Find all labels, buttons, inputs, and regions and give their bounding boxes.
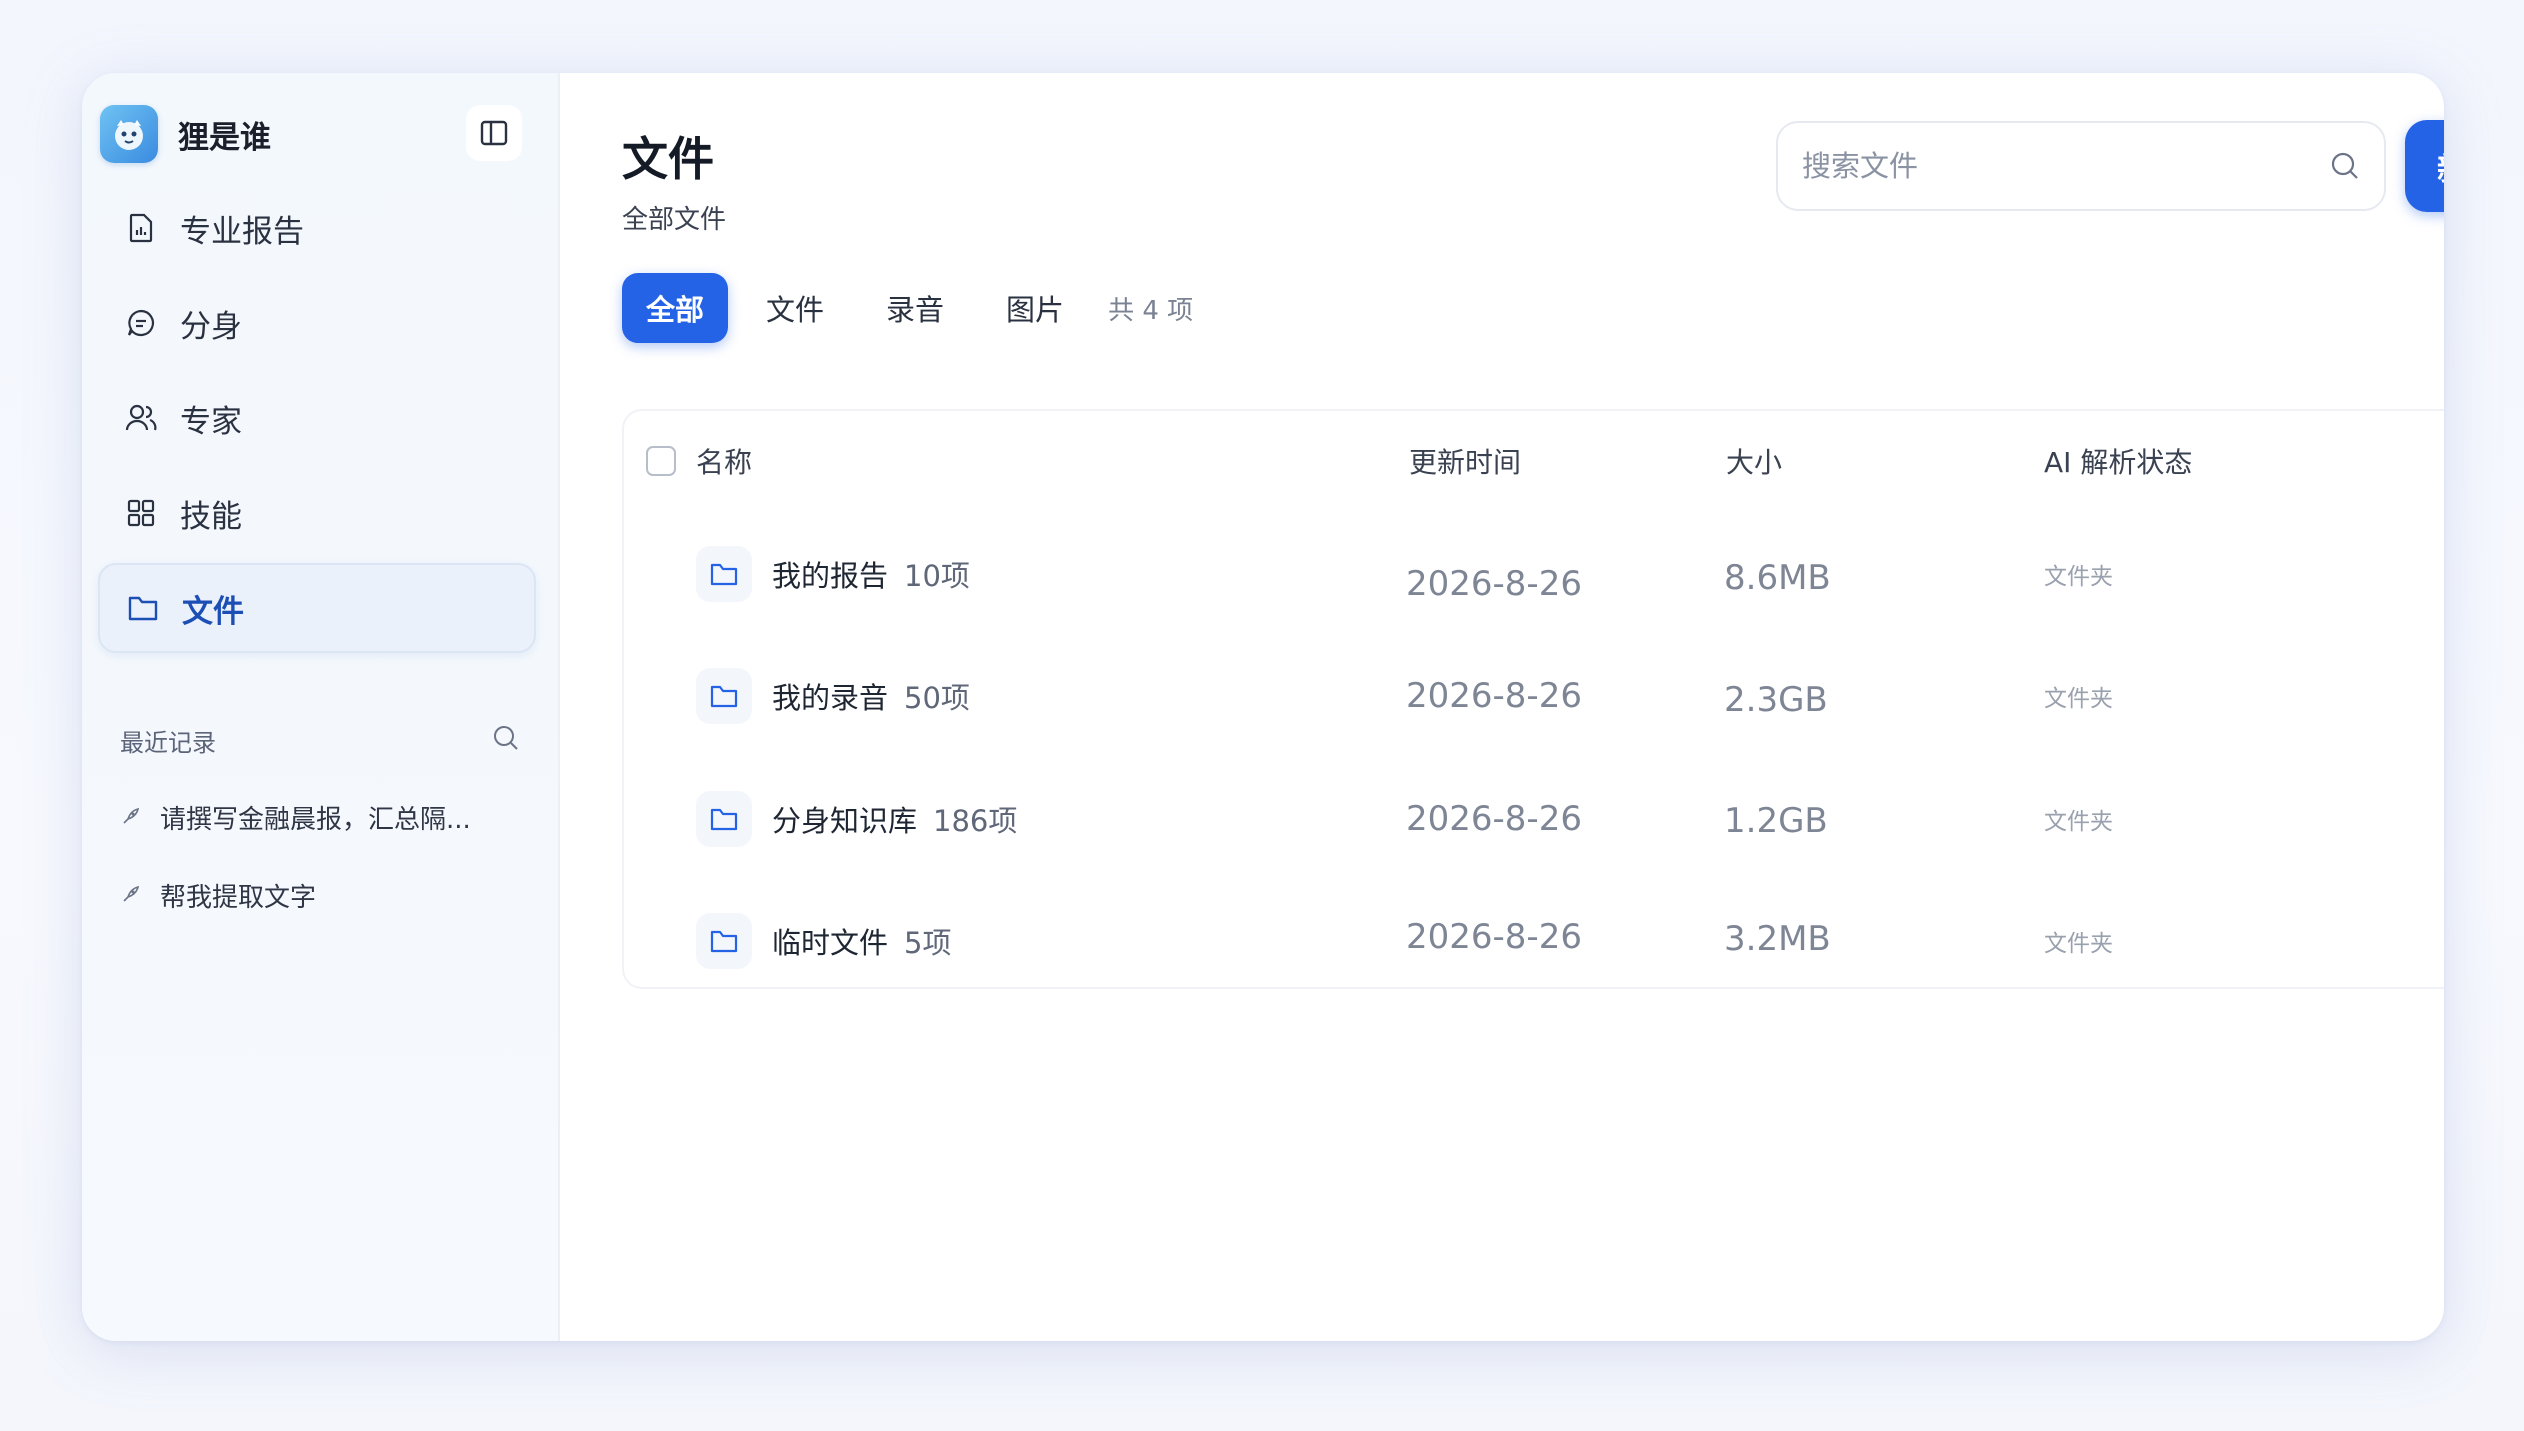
tab-files[interactable]: 文件 — [742, 273, 848, 343]
sidebar-item-files[interactable]: 文件 — [98, 563, 536, 653]
file-name: 我的录音 — [772, 681, 889, 715]
brand[interactable]: 狸是谁 — [100, 105, 271, 163]
file-size: 1.2GB — [1724, 801, 1828, 841]
users-icon — [124, 401, 158, 435]
item-count: 5项 — [904, 926, 952, 960]
file-size: 8.6MB — [1724, 558, 1831, 598]
item-count: 50项 — [904, 681, 970, 715]
ai-status: 文件夹 — [2044, 931, 2113, 957]
folder-icon — [696, 668, 752, 724]
updated-time: 2026-8-26 — [1406, 564, 1582, 604]
report-icon — [124, 211, 158, 245]
tab-images[interactable]: 图片 — [982, 273, 1088, 343]
file-name-cell[interactable]: 我的录音 50项 — [772, 675, 970, 717]
file-name-cell[interactable]: 我的报告 10项 — [772, 553, 970, 595]
recent-header: 最近记录 — [120, 723, 520, 758]
sidebar-item-reports[interactable]: 专业报告 — [98, 183, 536, 273]
folder-icon — [696, 546, 752, 602]
app-logo — [100, 105, 158, 163]
file-name: 分身知识库 — [772, 804, 918, 838]
sidebar-toggle-button[interactable] — [466, 105, 522, 161]
column-name[interactable]: 名称 — [696, 441, 752, 481]
rocket-icon — [120, 807, 142, 827]
brand-name: 狸是谁 — [178, 119, 271, 156]
rocket-icon — [120, 885, 142, 905]
item-count: 186项 — [933, 804, 1018, 838]
file-name-cell[interactable]: 分身知识库 186项 — [772, 798, 1017, 840]
sidebar: 狸是谁 专业报告 分身 专家 技能 文件 最近记录 请撰写金融晨报，汇总隔...… — [82, 73, 560, 1341]
updated-time: 2026-8-26 — [1406, 799, 1582, 839]
files-table: 名称 更新时间 大小 AI 解析状态 我的报告 10项 2026-8-26 8.6… — [622, 409, 2444, 989]
filter-tabs: 全部 文件 录音 图片 共 4 项 — [622, 273, 1193, 343]
select-all-checkbox[interactable] — [646, 446, 676, 476]
table-row[interactable]: 临时文件 5项 2026-8-26 3.2MB 文件夹 — [624, 881, 2444, 1001]
ai-status: 文件夹 — [2044, 564, 2113, 590]
tab-all[interactable]: 全部 — [622, 273, 729, 343]
search-icon — [2331, 152, 2358, 179]
main-content: 文件 全部文件 新建 全部 文件 录音 图片 共 4 项 名称 更新时间 大小 … — [560, 73, 2444, 1341]
column-ai-status[interactable]: AI 解析状态 — [2044, 441, 2192, 481]
column-size[interactable]: 大小 — [1726, 441, 1782, 481]
sidebar-item-label: 技能 — [180, 498, 242, 535]
recent-title: 最近记录 — [120, 729, 216, 757]
file-name: 临时文件 — [772, 926, 889, 960]
ai-status: 文件夹 — [2044, 686, 2113, 712]
recent-item-label: 帮我提取文字 — [160, 882, 317, 913]
search-box[interactable] — [1776, 121, 2386, 211]
sidebar-item-avatar[interactable]: 分身 — [98, 278, 536, 368]
search-input[interactable] — [1802, 149, 2330, 183]
breadcrumb: 全部文件 — [622, 205, 727, 235]
recent-list: 请撰写金融晨报，汇总隔... 帮我提取文字 — [120, 778, 530, 934]
updated-time: 2026-8-26 — [1406, 917, 1582, 957]
table-row[interactable]: 我的报告 10项 2026-8-26 8.6MB 文件夹 — [624, 514, 2444, 634]
updated-time: 2026-8-26 — [1406, 676, 1582, 716]
sidebar-item-label: 专家 — [180, 403, 242, 440]
folder-icon — [696, 791, 752, 847]
column-updated[interactable]: 更新时间 — [1409, 441, 1521, 481]
table-row[interactable]: 分身知识库 186项 2026-8-26 1.2GB 文件夹 — [624, 759, 2444, 879]
ai-status: 文件夹 — [2044, 809, 2113, 835]
recent-item[interactable]: 请撰写金融晨报，汇总隔... — [120, 778, 530, 856]
sidebar-item-experts[interactable]: 专家 — [98, 373, 536, 463]
folder-icon — [126, 591, 160, 625]
sidebar-nav: 专业报告 分身 专家 技能 文件 — [98, 183, 536, 658]
recent-item[interactable]: 帮我提取文字 — [120, 856, 530, 934]
sidebar-item-label: 分身 — [180, 308, 242, 345]
sidebar-item-label: 文件 — [182, 593, 244, 630]
new-button[interactable]: 新建 — [2405, 120, 2444, 212]
file-name: 我的报告 — [772, 559, 889, 593]
table-header: 名称 更新时间 大小 AI 解析状态 — [624, 411, 2444, 511]
grid-icon — [124, 496, 158, 530]
tab-recordings[interactable]: 录音 — [862, 273, 968, 343]
sidebar-item-skills[interactable]: 技能 — [98, 468, 536, 558]
item-count: 共 4 项 — [1108, 295, 1194, 326]
app-window: 狸是谁 专业报告 分身 专家 技能 文件 最近记录 请撰写金融晨报，汇总隔...… — [82, 73, 2444, 1341]
folder-icon — [696, 913, 752, 969]
file-name-cell[interactable]: 临时文件 5项 — [772, 920, 951, 962]
sidebar-item-label: 专业报告 — [180, 213, 304, 250]
recent-item-label: 请撰写金融晨报，汇总隔... — [160, 804, 471, 835]
chat-icon — [124, 306, 158, 340]
recent-search-icon[interactable] — [492, 724, 520, 758]
file-size: 3.2MB — [1724, 919, 1831, 959]
page-title: 文件 — [622, 132, 714, 186]
file-size: 2.3GB — [1724, 680, 1828, 720]
item-count: 10项 — [904, 559, 970, 593]
sidebar-collapse-icon — [480, 120, 508, 146]
table-row[interactable]: 我的录音 50项 2026-8-26 2.3GB 文件夹 — [624, 636, 2444, 756]
